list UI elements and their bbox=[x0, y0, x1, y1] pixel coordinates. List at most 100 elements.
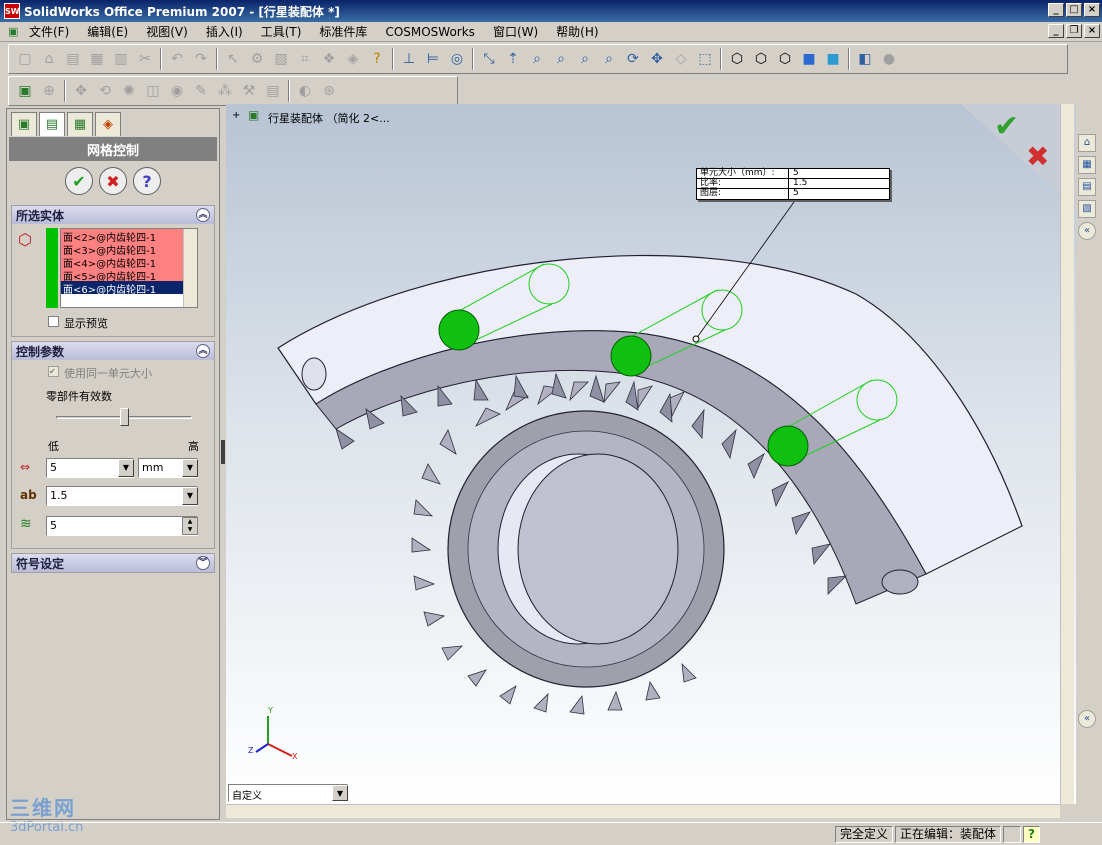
feature-icon[interactable]: ✎ bbox=[190, 80, 212, 102]
analysis-icon[interactable]: ⊛ bbox=[318, 80, 340, 102]
help-button[interactable]: ? bbox=[133, 167, 161, 195]
horizontal-scrollbar[interactable] bbox=[226, 804, 1060, 818]
feature-manager-tab[interactable]: ▣ bbox=[11, 112, 37, 136]
resize-grip[interactable] bbox=[1042, 826, 1102, 843]
explode-icon[interactable]: ✺ bbox=[118, 80, 140, 102]
configuration-manager-tab[interactable]: ▦ bbox=[67, 112, 93, 136]
corner-cancel-icon[interactable]: ✖ bbox=[1026, 140, 1049, 173]
photo-icon[interactable]: ◎ bbox=[446, 48, 468, 70]
section-view-icon[interactable]: ◧ bbox=[854, 48, 876, 70]
menu-file[interactable]: 文件(F) bbox=[20, 23, 78, 40]
rotate-icon[interactable]: ⟳ bbox=[622, 48, 644, 70]
solidworks-app-icon[interactable]: SW bbox=[4, 3, 20, 19]
cancel-button[interactable]: ✖ bbox=[99, 167, 127, 195]
open-icon[interactable]: ⌂ bbox=[38, 48, 60, 70]
assembly-icon[interactable]: ▣ bbox=[14, 80, 36, 102]
doc-restore-button[interactable]: ❐ bbox=[1066, 24, 1082, 38]
zoom-area-icon[interactable]: ⌕ bbox=[550, 48, 572, 70]
select-icon[interactable]: ↖ bbox=[222, 48, 244, 70]
hole-wizard-icon[interactable]: ◉ bbox=[166, 80, 188, 102]
same-size-checkbox[interactable]: ✔ bbox=[48, 366, 59, 377]
maximize-button[interactable]: □ bbox=[1066, 3, 1082, 17]
collapse-left-icon-bottom[interactable]: « bbox=[1078, 710, 1096, 728]
menu-cosmosworks[interactable]: COSMOSWorks bbox=[376, 25, 484, 39]
zoom-selection-icon[interactable]: ⌕ bbox=[598, 48, 620, 70]
collapse-icon[interactable]: ︽ bbox=[196, 208, 210, 222]
pan-icon[interactable]: ✥ bbox=[646, 48, 668, 70]
sketch-icon[interactable]: ⊥ bbox=[398, 48, 420, 70]
panel-splitter-handle[interactable] bbox=[221, 440, 225, 464]
interference-icon[interactable]: ◫ bbox=[142, 80, 164, 102]
expand-icon[interactable]: ︾ bbox=[196, 556, 210, 570]
chevron-down-icon[interactable]: ▼ bbox=[118, 459, 134, 477]
list-item-selected[interactable]: 面<6>@内齿轮四-1 bbox=[61, 281, 183, 296]
print-icon[interactable]: ▦ bbox=[86, 48, 108, 70]
chevron-down-icon[interactable]: ▼ bbox=[332, 785, 348, 801]
bom-icon[interactable]: ▤ bbox=[262, 80, 284, 102]
simulation-icon[interactable]: ◐ bbox=[294, 80, 316, 102]
realview-icon[interactable]: ● bbox=[878, 48, 900, 70]
chevron-down-icon[interactable]: ▼ bbox=[182, 459, 198, 477]
snap-icon[interactable]: ⌗ bbox=[294, 48, 316, 70]
standard-views-icon[interactable]: ⬚ bbox=[694, 48, 716, 70]
effectiveness-slider-thumb[interactable] bbox=[120, 408, 129, 426]
cosmos-manager-tab[interactable]: ◈ bbox=[95, 112, 121, 136]
document-icon[interactable]: ▣ bbox=[0, 25, 20, 38]
corner-ok-icon[interactable]: ✔ bbox=[994, 109, 1019, 144]
view-orientation-select[interactable]: 自定义 bbox=[228, 784, 348, 802]
measure-icon[interactable]: ⤡ bbox=[478, 48, 500, 70]
help-icon[interactable]: ? bbox=[366, 48, 388, 70]
component-pattern-icon[interactable]: ⁂ bbox=[214, 80, 236, 102]
selection-list[interactable]: 面<2>@内齿轮四-1 面<3>@内齿轮四-1 面<4>@内齿轮四-1 面<5>… bbox=[60, 228, 198, 308]
list-item[interactable]: 面<3>@内齿轮四-1 bbox=[61, 242, 183, 257]
mate-icon[interactable]: ⊕ bbox=[38, 80, 60, 102]
show-preview-checkbox[interactable] bbox=[48, 316, 59, 327]
view-orient-icon[interactable]: ◇ bbox=[670, 48, 692, 70]
preview-icon[interactable]: ▥ bbox=[110, 48, 132, 70]
menu-insert[interactable]: 插入(I) bbox=[197, 23, 252, 40]
shaded-with-edges-icon[interactable]: ■ bbox=[798, 48, 820, 70]
collapse-left-icon[interactable]: « bbox=[1078, 222, 1096, 240]
normal-to-icon[interactable]: ⇡ bbox=[502, 48, 524, 70]
shaded-icon[interactable]: ■ bbox=[822, 48, 844, 70]
layers-input[interactable]: 5 bbox=[46, 516, 198, 536]
minimize-button[interactable]: _ bbox=[1048, 3, 1064, 17]
property-manager-tab[interactable]: ▤ bbox=[39, 112, 65, 136]
menu-tools[interactable]: 工具(T) bbox=[252, 23, 311, 40]
redo-icon[interactable]: ↷ bbox=[190, 48, 212, 70]
options-icon[interactable]: ▧ bbox=[270, 48, 292, 70]
list-item[interactable]: 面<2>@内齿轮四-1 bbox=[61, 229, 183, 244]
view-palette-icon[interactable]: ▧ bbox=[1078, 200, 1096, 218]
zoom-fit-icon[interactable]: ⌕ bbox=[526, 48, 548, 70]
list-item[interactable]: 面<5>@内齿轮四-1 bbox=[61, 268, 183, 283]
chevron-down-icon[interactable]: ▼ bbox=[182, 487, 198, 505]
mesh-face-3[interactable] bbox=[767, 425, 809, 467]
move-component-icon[interactable]: ✥ bbox=[70, 80, 92, 102]
vertical-scrollbar[interactable] bbox=[1060, 104, 1074, 804]
menu-window[interactable]: 窗口(W) bbox=[484, 23, 547, 40]
menu-help[interactable]: 帮助(H) bbox=[547, 23, 607, 40]
rotate-component-icon[interactable]: ⟲ bbox=[94, 80, 116, 102]
design-library-icon[interactable]: ▦ bbox=[1078, 156, 1096, 174]
mesh-face-2[interactable] bbox=[610, 335, 652, 377]
quick-tips-button[interactable]: ? bbox=[1023, 825, 1040, 843]
rebuild-icon[interactable]: ⚙ bbox=[246, 48, 268, 70]
save-icon[interactable]: ▤ bbox=[62, 48, 84, 70]
hidden-lines-visible-icon[interactable]: ⬡ bbox=[750, 48, 772, 70]
close-button[interactable]: × bbox=[1084, 3, 1100, 17]
mesh-callout[interactable]: 单元大小（mm）: 5 比率: 1.5 图层: 5 bbox=[696, 168, 890, 200]
cut-icon[interactable]: ✂ bbox=[134, 48, 156, 70]
list-item[interactable]: 面<4>@内齿轮四-1 bbox=[61, 255, 183, 270]
menu-edit[interactable]: 编辑(E) bbox=[78, 23, 137, 40]
properties-icon[interactable]: ❖ bbox=[318, 48, 340, 70]
ok-button[interactable]: ✔ bbox=[65, 167, 93, 195]
undo-icon[interactable]: ↶ bbox=[166, 48, 188, 70]
hidden-lines-removed-icon[interactable]: ⬡ bbox=[774, 48, 796, 70]
doc-minimize-button[interactable]: _ bbox=[1048, 24, 1064, 38]
file-explorer-icon[interactable]: ▤ bbox=[1078, 178, 1096, 196]
smart-fastener-icon[interactable]: ⚒ bbox=[238, 80, 260, 102]
new-icon[interactable]: ▢ bbox=[14, 48, 36, 70]
list-scrollbar[interactable] bbox=[183, 229, 197, 307]
home-icon[interactable]: ⌂ bbox=[1078, 134, 1096, 152]
layers-spinner[interactable]: ▲ ▼ bbox=[182, 517, 198, 535]
